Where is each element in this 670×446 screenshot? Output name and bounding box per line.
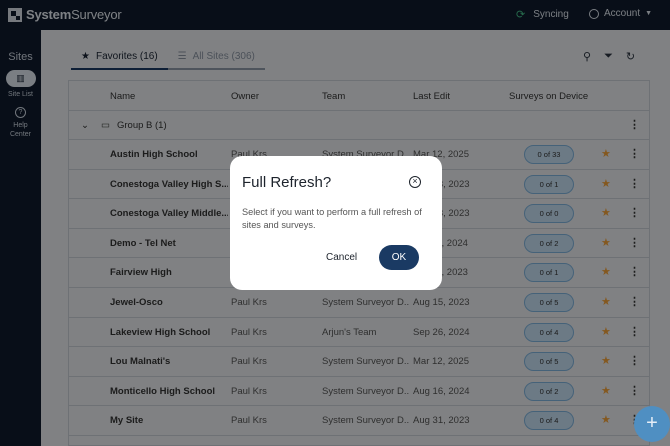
dialog-title: Full Refresh? — [242, 174, 332, 191]
cancel-button[interactable]: Cancel — [326, 252, 357, 263]
plus-icon[interactable]: + — [634, 406, 670, 442]
dialog-message: Select if you want to perform a full ref… — [242, 207, 422, 230]
ok-button[interactable]: OK — [379, 245, 419, 270]
close-icon[interactable]: × — [409, 176, 421, 188]
full-refresh-dialog: Full Refresh? × Select if you want to pe… — [230, 156, 442, 290]
